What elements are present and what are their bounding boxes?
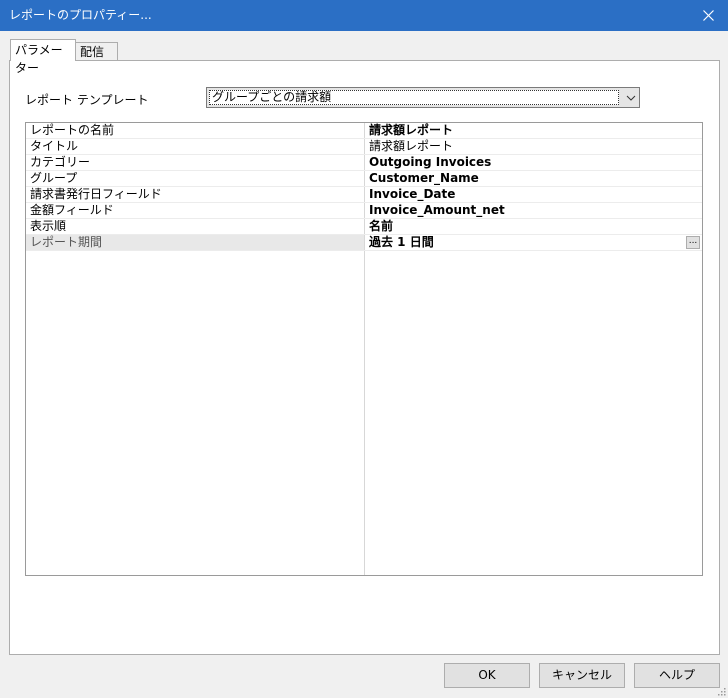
property-value[interactable]: 過去 1 日間 — [369, 235, 434, 250]
property-row[interactable]: レポートの名前 請求額レポート — [26, 123, 702, 139]
property-value[interactable]: 名前 — [369, 219, 393, 234]
property-row[interactable]: タイトル 請求額レポート — [26, 139, 702, 155]
property-name: タイトル — [30, 139, 79, 153]
property-name: レポートの名前 — [30, 123, 115, 137]
tab-parameters[interactable]: パラメーター — [10, 39, 76, 75]
help-button[interactable]: ヘルプ — [634, 663, 720, 688]
property-value[interactable]: 請求額レポート — [369, 123, 453, 138]
property-value[interactable]: Outgoing Invoices — [369, 155, 491, 170]
property-name: グループ — [30, 171, 78, 185]
close-icon — [702, 10, 714, 21]
tab-delivery-label: 配信 — [80, 45, 105, 59]
report-template-select[interactable]: グループごとの請求額 — [206, 87, 640, 108]
property-row[interactable]: カテゴリー Outgoing Invoices — [26, 155, 702, 171]
parameters-panel: レポート テンプレート グループごとの請求額 レポートの名前 請求額レポート タ… — [9, 60, 720, 655]
property-name: レポート期間 — [30, 235, 103, 249]
property-value[interactable]: Customer_Name — [369, 171, 479, 186]
property-value[interactable]: 請求額レポート — [369, 139, 453, 154]
ellipsis-button[interactable]: ... — [686, 236, 700, 249]
property-row[interactable]: グループ Customer_Name — [26, 171, 702, 187]
report-template-value: グループごとの請求額 — [209, 90, 619, 105]
property-value[interactable]: Invoice_Amount_net — [369, 203, 505, 218]
ok-button[interactable]: OK — [444, 663, 530, 688]
cancel-button[interactable]: キャンセル — [539, 663, 625, 688]
property-name: カテゴリー — [30, 155, 91, 169]
window-title: レポートのプロパティー... — [9, 8, 152, 22]
chevron-down-icon — [626, 95, 636, 101]
property-name: 表示順 — [30, 219, 67, 233]
property-row[interactable]: 請求書発行日フィールド Invoice_Date — [26, 187, 702, 203]
property-name: 請求書発行日フィールド — [30, 187, 162, 201]
title-bar: レポートのプロパティー... — [0, 0, 728, 31]
property-value[interactable]: Invoice_Date — [369, 187, 455, 202]
close-button[interactable] — [688, 0, 728, 31]
property-name: 金額フィールド — [30, 203, 114, 217]
tab-delivery[interactable]: 配信 — [75, 42, 118, 61]
property-row[interactable]: 表示順 名前 — [26, 219, 702, 235]
report-template-label: レポート テンプレート — [25, 93, 149, 107]
property-row-selected[interactable]: レポート期間 過去 1 日間 ... — [26, 235, 702, 251]
property-grid: レポートの名前 請求額レポート タイトル 請求額レポート カテゴリー Outgo… — [25, 122, 703, 576]
resize-grip-icon[interactable] — [716, 686, 726, 696]
property-row[interactable]: 金額フィールド Invoice_Amount_net — [26, 203, 702, 219]
